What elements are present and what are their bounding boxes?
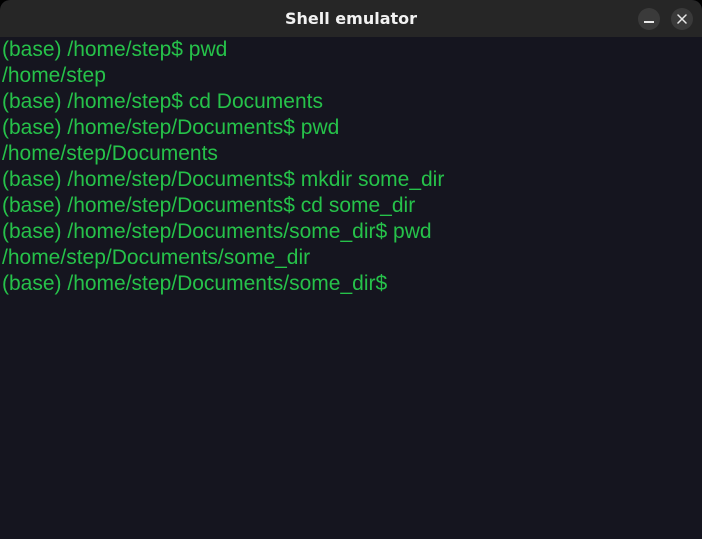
minimize-button[interactable]: [638, 8, 660, 30]
close-icon: [677, 14, 687, 24]
window-title: Shell emulator: [284, 9, 418, 28]
close-button[interactable]: [671, 8, 693, 30]
terminal-output[interactable]: (base) /home/step$ pwd /home/step (base)…: [0, 37, 702, 539]
terminal-prompt-line[interactable]: (base) /home/step/Documents/some_dir$: [2, 271, 387, 297]
terminal-line: (base) /home/step$ pwd: [2, 38, 228, 61]
terminal-line: /home/step/Documents: [2, 142, 218, 165]
terminal-line: (base) /home/step$ cd Documents: [2, 90, 323, 113]
terminal-line: /home/step: [2, 64, 106, 87]
terminal-line: (base) /home/step/Documents$ mkdir some_…: [2, 168, 445, 191]
terminal-line: (base) /home/step/Documents$ cd some_dir: [2, 194, 416, 217]
terminal-line: (base) /home/step/Documents/some_dir$ pw…: [2, 220, 432, 243]
title-bar[interactable]: Shell emulator: [0, 0, 702, 37]
shell-emulator-window: Shell emulator (base) /home/step$ pwd /h…: [0, 0, 702, 539]
minimize-icon: [644, 21, 654, 23]
terminal-line: /home/step/Documents/some_dir: [2, 246, 311, 269]
terminal-line: (base) /home/step/Documents$ pwd: [2, 116, 340, 139]
